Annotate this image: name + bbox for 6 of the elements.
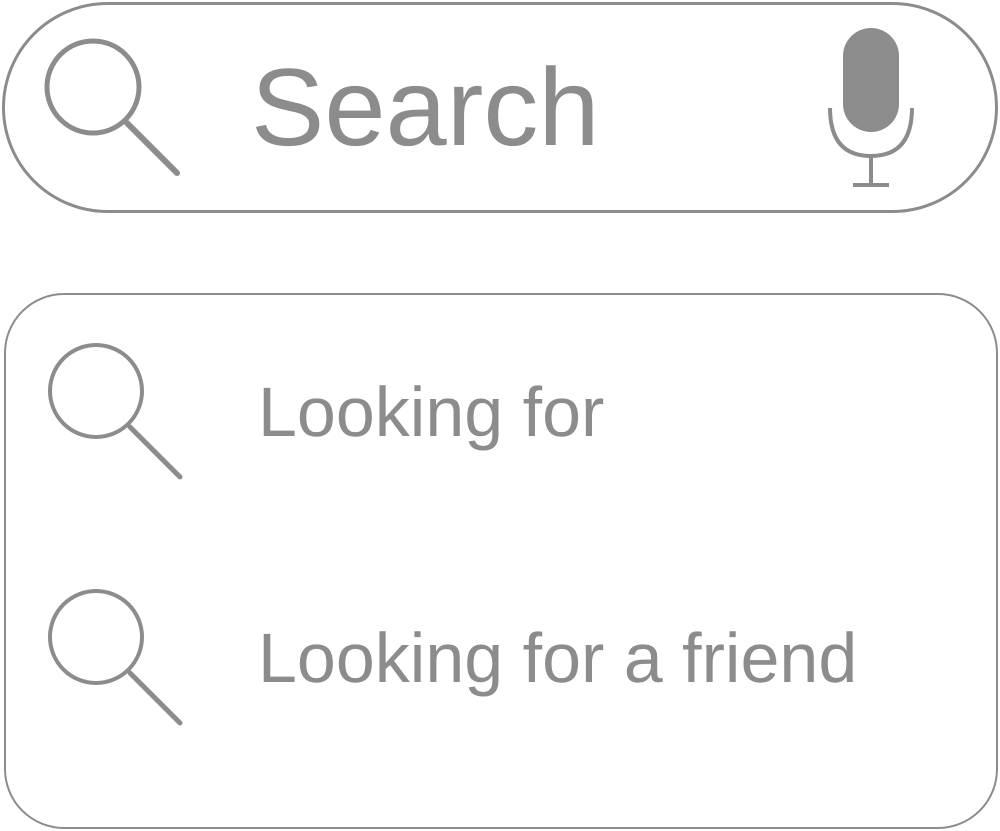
microphone-icon[interactable] — [827, 28, 915, 188]
search-field[interactable]: Search — [251, 25, 827, 190]
search-bar[interactable]: Search — [2, 2, 998, 213]
search-icon — [43, 36, 181, 178]
suggestion-item[interactable]: Looking for a friend — [6, 587, 996, 729]
suggestion-item[interactable]: Looking for — [6, 341, 996, 483]
